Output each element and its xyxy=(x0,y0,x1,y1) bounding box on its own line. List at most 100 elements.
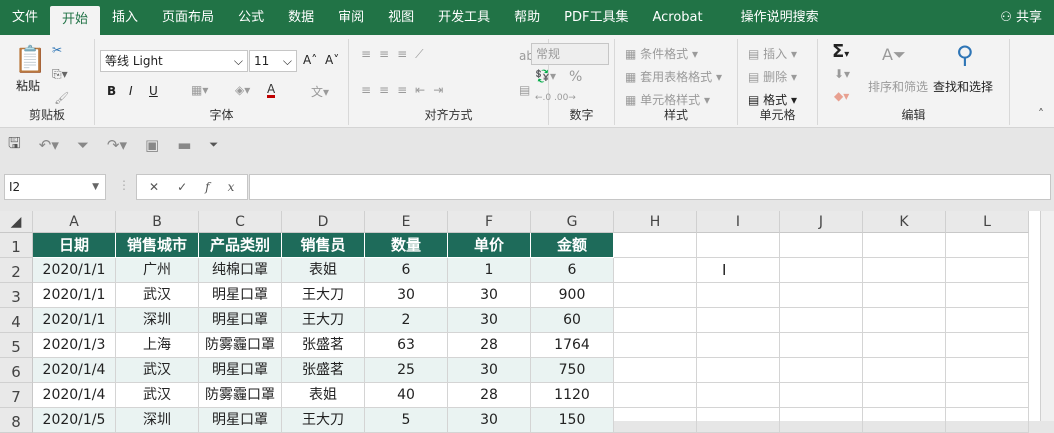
row-header-3[interactable]: 3 xyxy=(0,283,33,308)
merge-icon[interactable]: ▤ xyxy=(519,83,530,97)
name-box[interactable]: I2 ▼ xyxy=(4,174,106,200)
autosum-button[interactable]: Σ▾ xyxy=(832,41,849,62)
tab-0[interactable]: 文件 xyxy=(0,0,50,35)
cell-I2[interactable] xyxy=(697,258,780,283)
cell-E3[interactable]: 30 xyxy=(365,283,448,308)
number-format-select[interactable]: 常规 xyxy=(531,43,609,65)
enter-icon[interactable]: ✓ xyxy=(177,180,205,194)
cell-A3[interactable]: 2020/1/1 xyxy=(33,283,116,308)
cell-I6[interactable] xyxy=(697,358,780,383)
currency-icon[interactable]: 💱▾ xyxy=(535,69,556,83)
cell-I7[interactable] xyxy=(697,383,780,408)
cell-E6[interactable]: 25 xyxy=(365,358,448,383)
column-header-K[interactable]: K xyxy=(863,211,946,233)
row-header-7[interactable]: 7 xyxy=(0,383,33,408)
percent-button[interactable]: % xyxy=(569,69,582,85)
delete-button[interactable]: ▤ 删除 ▾ xyxy=(748,68,797,85)
cell-E2[interactable]: 6 xyxy=(365,258,448,283)
save-icon[interactable]: 🖫 xyxy=(8,133,21,158)
cell-H1[interactable] xyxy=(614,233,697,258)
cell-K7[interactable] xyxy=(863,383,946,408)
tab-8[interactable]: 开发工具 xyxy=(426,0,502,35)
cell-K5[interactable] xyxy=(863,333,946,358)
cell-K4[interactable] xyxy=(863,308,946,333)
insert-button[interactable]: ▤ 插入 ▾ xyxy=(748,45,797,62)
cell-B6[interactable]: 武汉 xyxy=(116,358,199,383)
tab-10[interactable]: PDF工具集 xyxy=(552,0,640,35)
cell-C5[interactable]: 防雾霾口罩 xyxy=(199,333,282,358)
form-icon[interactable]: ▣ xyxy=(145,136,159,154)
row-header-2[interactable]: 2 xyxy=(0,258,33,283)
cell-J7[interactable] xyxy=(780,383,863,408)
font-name-select[interactable]: 等线 Light ⌵ xyxy=(100,50,248,72)
cancel-icon[interactable]: ✕ xyxy=(149,180,177,194)
cut-icon[interactable]: ✂ xyxy=(52,43,62,57)
cell-I1[interactable] xyxy=(697,233,780,258)
cell-L1[interactable] xyxy=(946,233,1029,258)
cell-F1[interactable]: 单价 xyxy=(448,233,531,258)
conditional-format-button[interactable]: ▦ 条件格式 ▾ xyxy=(625,45,698,62)
customize-qat-icon[interactable]: ⏷ xyxy=(209,138,218,152)
column-header-C[interactable]: C xyxy=(199,211,282,233)
cell-K2[interactable] xyxy=(863,258,946,283)
cell-B2[interactable]: 广州 xyxy=(116,258,199,283)
column-header-A[interactable]: A xyxy=(33,211,116,233)
insert-function-icon[interactable]: fx xyxy=(205,180,252,194)
cell-J6[interactable] xyxy=(780,358,863,383)
cell-J3[interactable] xyxy=(780,283,863,308)
cell-D7[interactable]: 表姐 xyxy=(282,383,365,408)
cell-B4[interactable]: 深圳 xyxy=(116,308,199,333)
cell-A2[interactable]: 2020/1/1 xyxy=(33,258,116,283)
fill-color-icon[interactable]: ◈▾ xyxy=(235,83,250,97)
search-icon[interactable]: ⚲ xyxy=(956,41,974,69)
cell-H7[interactable] xyxy=(614,383,697,408)
vertical-align-icons[interactable]: ≡≡≡⟋ xyxy=(361,47,432,62)
tab-11[interactable]: Acrobat xyxy=(640,0,714,35)
share-button[interactable]: ⚇ 共享 xyxy=(1000,0,1042,35)
cell-G4[interactable]: 60 xyxy=(531,308,614,333)
font-color-icon[interactable]: A xyxy=(267,83,276,98)
cell-I3[interactable] xyxy=(697,283,780,308)
cell-I5[interactable] xyxy=(697,333,780,358)
find-select-button[interactable]: 查找和选择 xyxy=(933,78,993,95)
grow-font-icon[interactable]: A˄ xyxy=(303,53,317,67)
cell-F6[interactable]: 30 xyxy=(448,358,531,383)
cell-G2[interactable]: 6 xyxy=(531,258,614,283)
cell-C6[interactable]: 明星口罩 xyxy=(199,358,282,383)
cell-J2[interactable] xyxy=(780,258,863,283)
cell-C2[interactable]: 纯棉口罩 xyxy=(199,258,282,283)
tab-2[interactable]: 插入 xyxy=(100,0,150,35)
tab-1[interactable]: 开始 xyxy=(50,6,101,35)
formula-input[interactable] xyxy=(249,174,1051,200)
cell-L6[interactable] xyxy=(946,358,1029,383)
format-as-table-button[interactable]: ▦ 套用表格格式 ▾ xyxy=(625,68,722,85)
cell-H5[interactable] xyxy=(614,333,697,358)
cell-K6[interactable] xyxy=(863,358,946,383)
cell-C4[interactable]: 明星口罩 xyxy=(199,308,282,333)
redo-icon[interactable]: ↷▾ xyxy=(107,136,127,154)
cell-E4[interactable]: 2 xyxy=(365,308,448,333)
tab-3[interactable]: 页面布局 xyxy=(150,0,226,35)
fill-icon[interactable]: ⬇▾ xyxy=(834,67,850,81)
column-header-G[interactable]: G xyxy=(531,211,614,233)
paste-button[interactable]: 粘贴 xyxy=(16,77,40,94)
cell-F2[interactable]: 1 xyxy=(448,258,531,283)
column-header-I[interactable]: I xyxy=(697,211,780,233)
cell-A4[interactable]: 2020/1/1 xyxy=(33,308,116,333)
cell-L3[interactable] xyxy=(946,283,1029,308)
decimal-icons[interactable]: ←.0 .00→ xyxy=(535,93,576,103)
cell-E7[interactable]: 40 xyxy=(365,383,448,408)
underline-button[interactable]: U xyxy=(149,84,158,98)
bold-button[interactable]: B xyxy=(107,84,116,98)
column-header-F[interactable]: F xyxy=(448,211,531,233)
cell-F7[interactable]: 28 xyxy=(448,383,531,408)
cell-L4[interactable] xyxy=(946,308,1029,333)
cell-A5[interactable]: 2020/1/3 xyxy=(33,333,116,358)
cell-K3[interactable] xyxy=(863,283,946,308)
cell-G6[interactable]: 750 xyxy=(531,358,614,383)
italic-button[interactable]: I xyxy=(129,84,133,98)
cell-D6[interactable]: 张盛茗 xyxy=(282,358,365,383)
cell-A1[interactable]: 日期 xyxy=(33,233,116,258)
horizontal-align-icons[interactable]: ≡≡≡⇤⇥ xyxy=(361,83,451,97)
cell-K1[interactable] xyxy=(863,233,946,258)
